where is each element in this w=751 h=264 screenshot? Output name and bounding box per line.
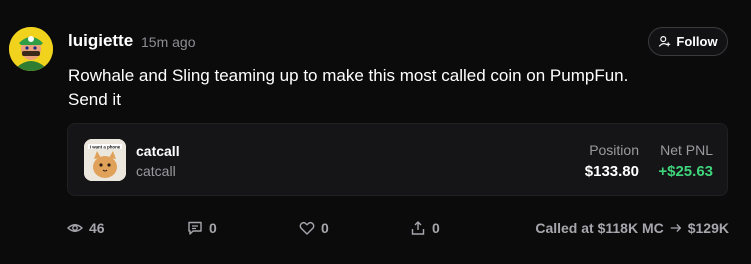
message-icon [188, 221, 202, 235]
likes-stat[interactable]: 0 [299, 220, 329, 236]
views-count: 46 [89, 220, 105, 236]
coin-ticker: catcall [136, 163, 176, 179]
user-plus-icon [659, 36, 671, 47]
net-pnl-label: Net PNL [660, 142, 713, 158]
heart-icon [299, 221, 315, 235]
coin-name: catcall [136, 143, 180, 159]
share-stat[interactable]: 0 [410, 220, 440, 236]
avatar[interactable] [9, 27, 53, 71]
arrow-right-icon [670, 224, 681, 232]
position-label: Position [589, 142, 639, 158]
coin-card[interactable]: I want a phone catcall catcall Position … [67, 123, 728, 196]
eye-icon [67, 224, 83, 232]
post-text: Rowhale and Sling teaming up to make thi… [68, 64, 728, 112]
comments-stat[interactable]: 0 [187, 220, 217, 236]
comments-count: 0 [209, 220, 217, 236]
username[interactable]: luigiette [68, 31, 133, 51]
post-text-line-1: Rowhale and Sling teaming up to make thi… [68, 66, 629, 85]
share-icon [411, 221, 425, 235]
position-value: $133.80 [584, 163, 639, 180]
net-pnl-value: +$25.63 [658, 163, 713, 180]
follow-button[interactable]: Follow [648, 27, 728, 56]
avatar-image [9, 27, 53, 71]
post-time: 15m ago [141, 34, 196, 50]
likes-count: 0 [321, 220, 329, 236]
coin-image-caption: I want a phone [90, 144, 121, 149]
called-at-text: Called at $118K MC [535, 220, 664, 236]
follow-label: Follow [676, 34, 718, 49]
coin-image-graphic: I want a phone [84, 139, 126, 181]
shares-count: 0 [432, 220, 440, 236]
current-mc-value: $129K [687, 220, 729, 236]
views-stat[interactable]: 46 [67, 220, 105, 236]
coin-image: I want a phone [84, 139, 126, 181]
post-text-line-2: Send it [68, 90, 121, 109]
called-info: Called at $118K MC $129K [535, 220, 729, 236]
